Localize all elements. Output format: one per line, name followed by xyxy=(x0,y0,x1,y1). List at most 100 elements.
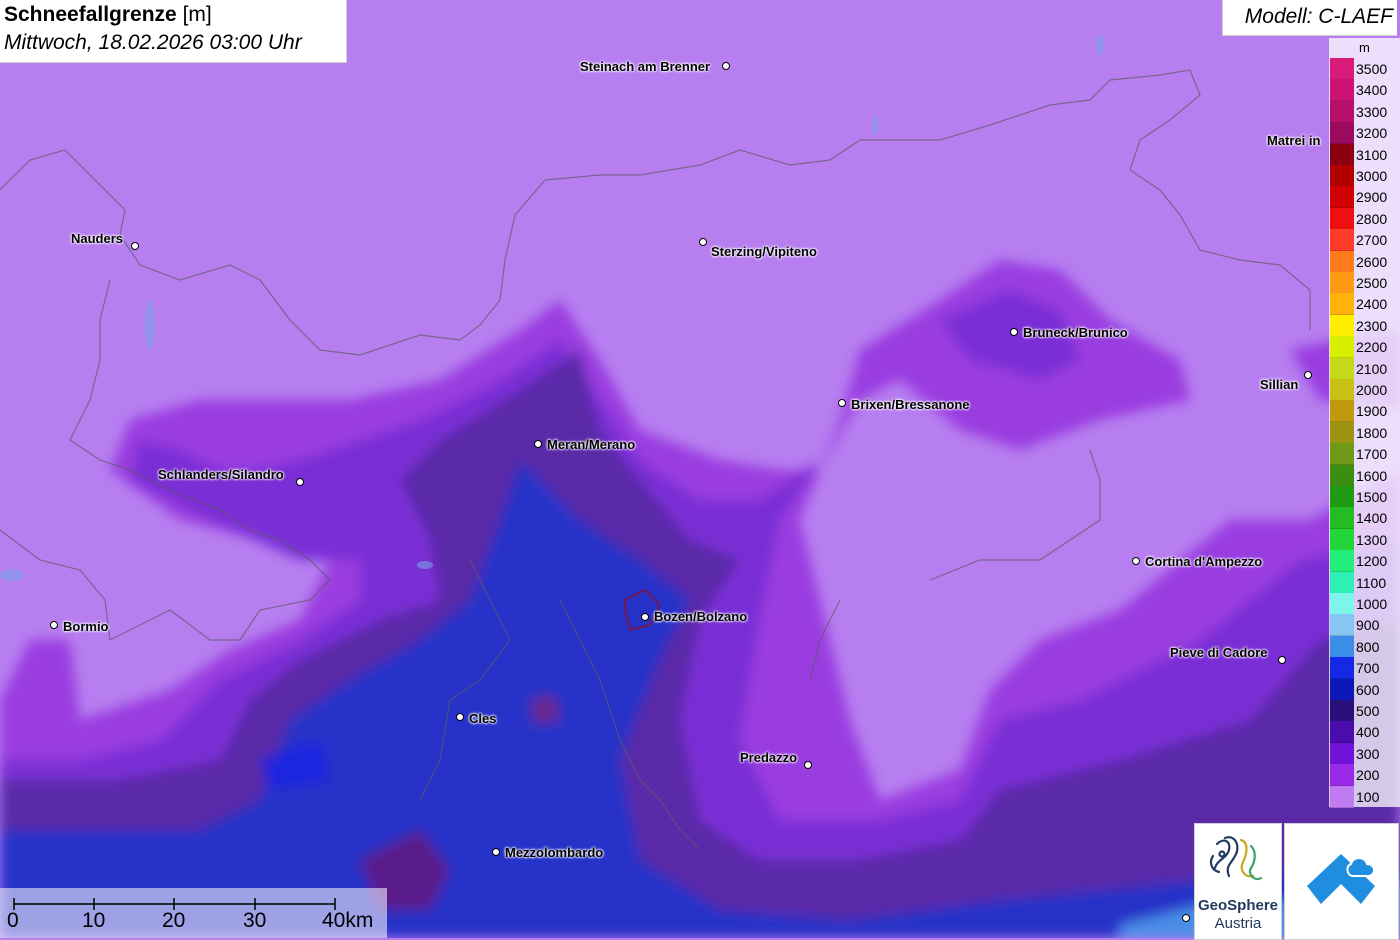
legend-row: 1100 xyxy=(1330,571,1400,594)
legend-row: 3400 xyxy=(1330,79,1400,102)
legend-unit: m xyxy=(1359,40,1370,55)
legend-label: 1600 xyxy=(1356,467,1388,484)
legend-label: 2800 xyxy=(1356,210,1388,227)
title-unit: [m] xyxy=(182,3,212,26)
city-marker xyxy=(1182,914,1190,922)
legend-swatch xyxy=(1330,336,1354,359)
legend-label: 2000 xyxy=(1356,382,1388,398)
legend-swatch xyxy=(1330,272,1354,294)
geosphere-logo-line2: Austria xyxy=(1214,915,1262,932)
legend-row: 3200 xyxy=(1330,122,1400,145)
scale-label-30: 30 xyxy=(243,909,267,932)
legend-label: 1400 xyxy=(1356,510,1388,527)
scale-label-0: 0 xyxy=(7,909,19,932)
city-label: Schlanders/Silandro xyxy=(158,467,284,482)
legend-row: 1700 xyxy=(1330,443,1400,466)
legend-swatch xyxy=(1330,293,1354,316)
legend-swatch xyxy=(1330,593,1354,615)
legend-label: 2900 xyxy=(1356,189,1388,206)
model-panel: Modell: C-LAEF xyxy=(1222,0,1397,36)
map-title: Schneefallgrenze [m] xyxy=(4,3,212,27)
legend-row: 2600 xyxy=(1330,250,1400,273)
model-label: Modell: C-LAEF xyxy=(1244,5,1393,28)
city-marker xyxy=(296,478,304,486)
legend-swatch xyxy=(1330,764,1354,787)
legend-label: 2600 xyxy=(1356,253,1388,270)
legend-row: 1600 xyxy=(1330,464,1400,487)
city-marker xyxy=(1304,371,1312,379)
legend-row: 1400 xyxy=(1330,507,1400,530)
legend-swatch xyxy=(1330,165,1354,187)
city-label: Brixen/Bressanone xyxy=(851,397,970,412)
legend-label: 500 xyxy=(1356,703,1380,719)
legend-row: 1000 xyxy=(1330,593,1400,615)
legend-swatch xyxy=(1330,122,1354,145)
legend-row: 2500 xyxy=(1330,272,1400,294)
legend-swatch xyxy=(1330,250,1354,273)
legend-label: 1000 xyxy=(1356,596,1388,612)
legend-swatch xyxy=(1330,486,1354,508)
legend-label: 900 xyxy=(1356,617,1380,634)
legend-row: 3500 xyxy=(1330,58,1400,80)
legend-row: 200 xyxy=(1330,764,1400,787)
legend-row: 600 xyxy=(1330,678,1400,701)
legend-label: 600 xyxy=(1356,681,1380,698)
legend-row: 2800 xyxy=(1330,207,1400,230)
legend-swatch xyxy=(1330,357,1354,380)
city-label: Pieve di Cadore xyxy=(1170,645,1268,660)
legend-swatch xyxy=(1330,207,1354,230)
legend-row: 500 xyxy=(1330,700,1400,722)
legend-label: 2400 xyxy=(1356,296,1388,313)
legend-row: 800 xyxy=(1330,635,1400,658)
city-marker xyxy=(131,242,139,250)
city-marker xyxy=(1010,328,1018,336)
legend-label: 3400 xyxy=(1356,82,1388,99)
legend-row: 2100 xyxy=(1330,357,1400,380)
legend-swatch xyxy=(1330,58,1354,80)
legend-row: 2400 xyxy=(1330,293,1400,316)
city-marker xyxy=(1132,557,1140,565)
title-text: Schneefallgrenze xyxy=(4,3,177,26)
legend-row: 3000 xyxy=(1330,165,1400,187)
contour-dark-pocket-2 xyxy=(530,695,560,725)
city-label: Meran/Merano xyxy=(547,437,636,452)
legend-label: 1500 xyxy=(1356,489,1388,505)
legend-label: 3200 xyxy=(1356,125,1388,142)
legend-label: 2200 xyxy=(1356,339,1388,356)
legend-label: 2300 xyxy=(1356,317,1388,334)
legend-swatch xyxy=(1330,464,1354,487)
legend-row: 700 xyxy=(1330,657,1400,680)
legend-swatch xyxy=(1330,314,1354,337)
cloud-arrow-icon xyxy=(1307,854,1375,904)
scale-bar: 0 10 20 30 40km xyxy=(0,888,387,938)
legend-swatch xyxy=(1330,400,1354,423)
legend-row: 2700 xyxy=(1330,229,1400,252)
city-marker xyxy=(1278,656,1286,664)
legend-swatch xyxy=(1330,700,1354,722)
city-label: Matrei in xyxy=(1267,133,1321,148)
legend-swatch xyxy=(1330,186,1354,209)
legend-swatch xyxy=(1330,379,1354,401)
city-label: Steinach am Brenner xyxy=(580,59,711,74)
legend-row: 2000 xyxy=(1330,379,1400,401)
legend-row: 3300 xyxy=(1330,100,1400,123)
legend-label: 100 xyxy=(1356,788,1380,805)
forecast-datetime: Mittwoch, 18.02.2026 03:00 Uhr xyxy=(4,31,302,54)
color-legend: m 3500 3400 3300 3200 3100 3000 2900 2800 2700 26… xyxy=(1329,38,1400,808)
legend-row: 1300 xyxy=(1330,528,1400,551)
legend-swatch xyxy=(1330,421,1354,444)
geosphere-logo[interactable]: GeoSphere Austria xyxy=(1194,823,1282,940)
scale-label-40: 40km xyxy=(322,909,374,932)
legend-label: 2700 xyxy=(1356,232,1388,249)
city-label: Mezzolombardo xyxy=(505,845,604,860)
scale-label-20: 20 xyxy=(162,909,186,932)
legend-label: 300 xyxy=(1356,745,1380,762)
legend-row: 1200 xyxy=(1330,550,1400,573)
legend-row: 1500 xyxy=(1330,486,1400,508)
legend-swatch xyxy=(1330,721,1354,744)
legend-row: 1800 xyxy=(1330,421,1400,444)
city-marker xyxy=(722,62,730,70)
weather-app-logo[interactable] xyxy=(1284,823,1399,940)
geosphere-logo-line1: GeoSphere xyxy=(1197,897,1279,914)
city-label: Bruneck/Brunico xyxy=(1023,325,1128,340)
